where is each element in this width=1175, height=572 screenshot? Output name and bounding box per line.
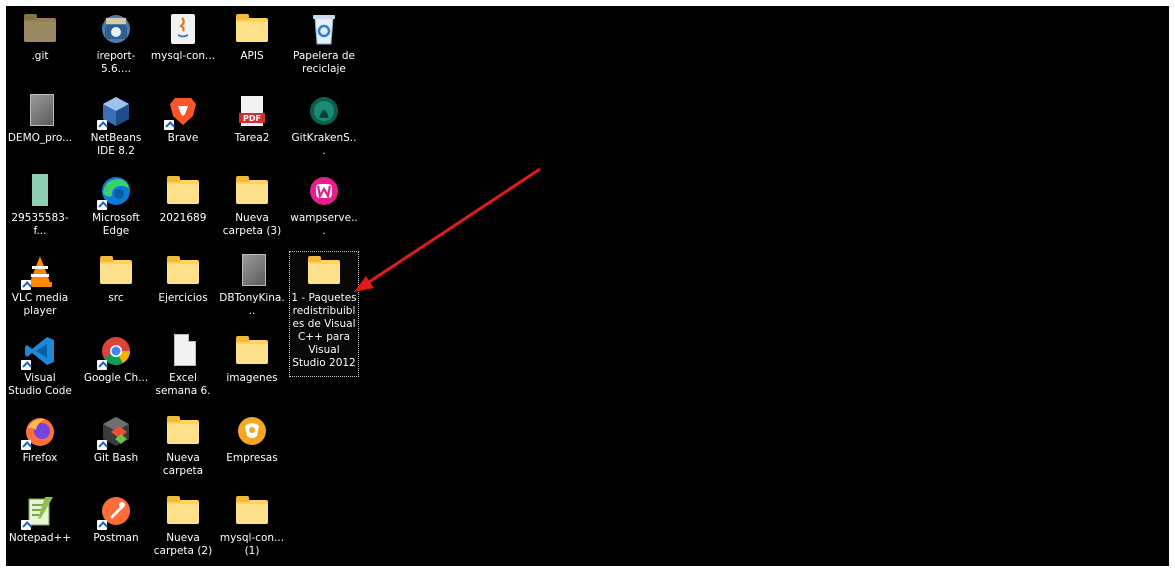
desktop: .git DEMO_pro... 29535583-f... VLC media… [6, 6, 1169, 566]
annotation-arrow [354, 167, 541, 292]
